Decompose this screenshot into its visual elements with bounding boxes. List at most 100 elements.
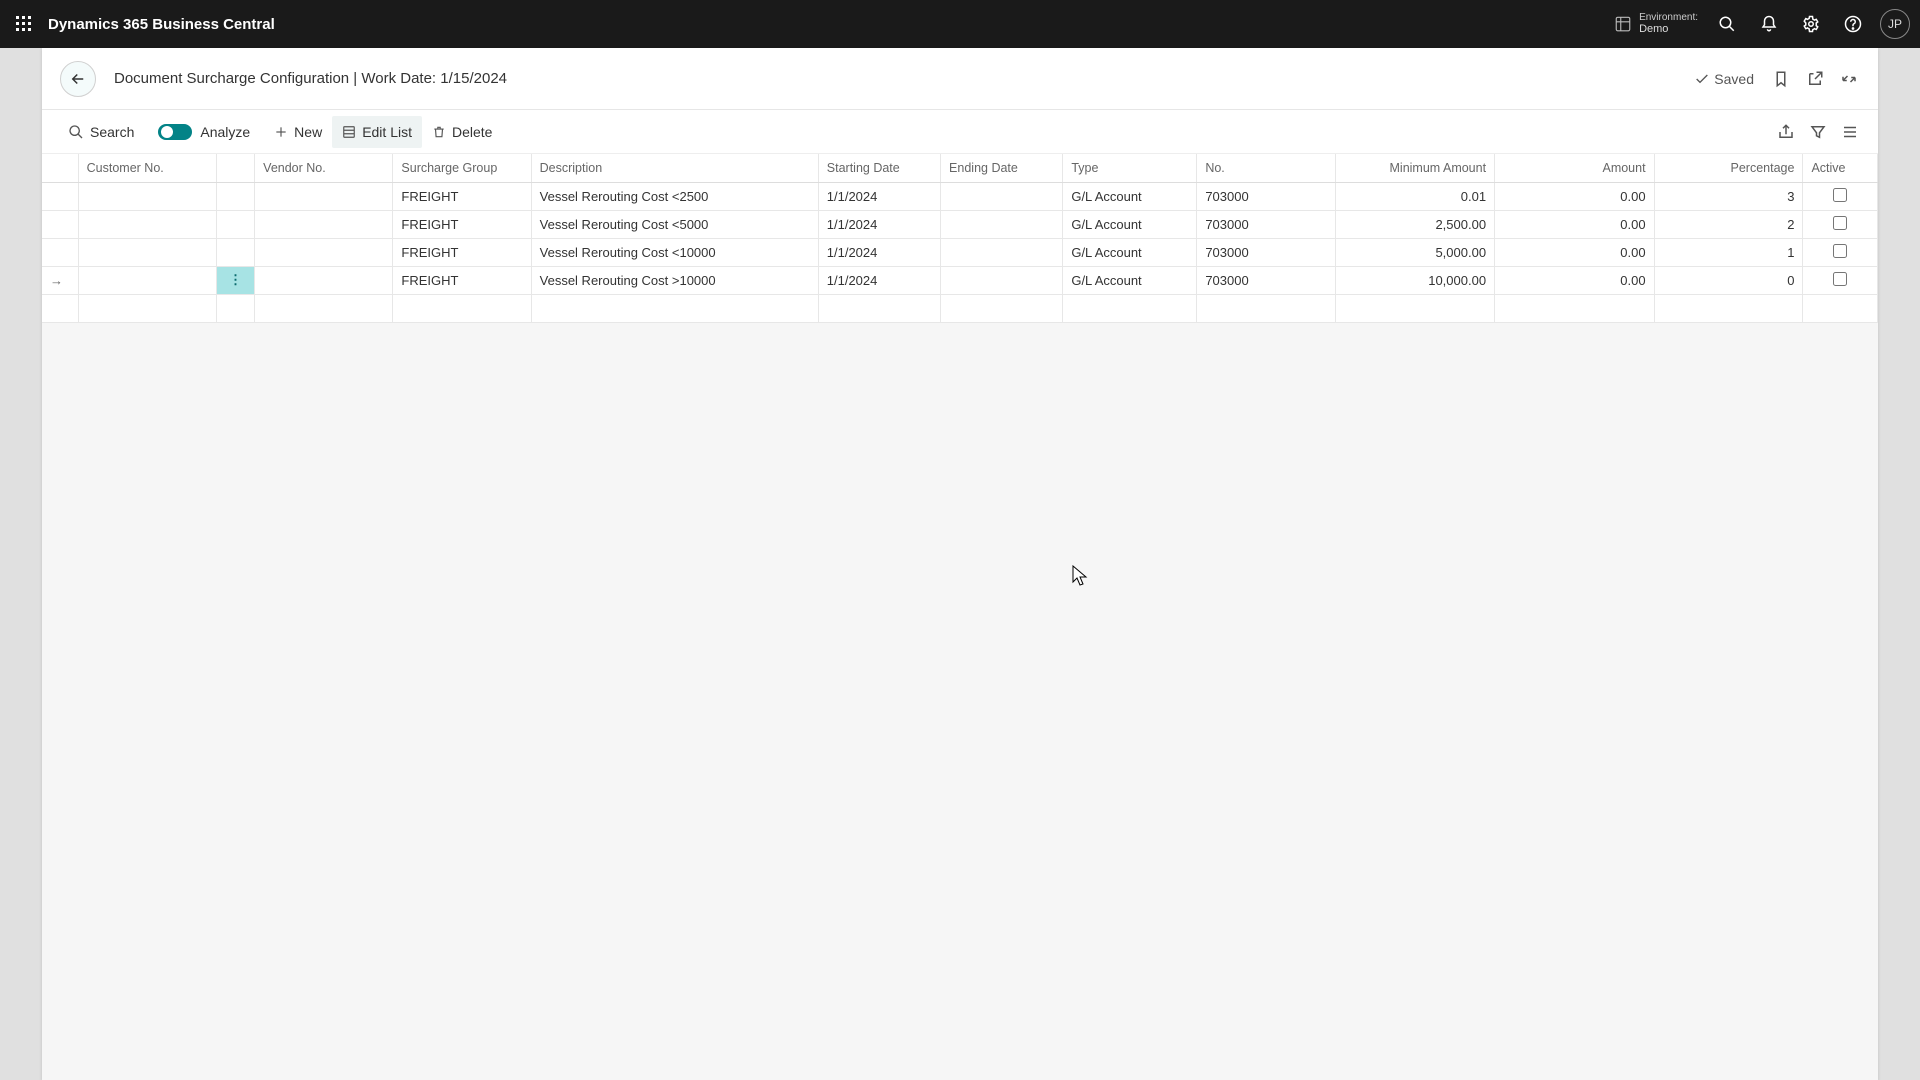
help-button[interactable] — [1832, 0, 1874, 48]
app-launcher-icon[interactable] — [8, 8, 40, 40]
more-vertical-icon[interactable]: ⋮ — [229, 272, 242, 287]
cell-no[interactable]: 703000 — [1197, 210, 1335, 238]
empty-cell[interactable] — [216, 294, 254, 322]
notifications-button[interactable] — [1748, 0, 1790, 48]
cell-customer-no[interactable] — [78, 238, 216, 266]
row-indicator[interactable] — [42, 182, 78, 210]
row-indicator[interactable] — [42, 238, 78, 266]
environment-indicator[interactable]: Environment: Demo — [1613, 12, 1698, 35]
col-minimum-amount[interactable]: Minimum Amount — [1335, 154, 1495, 182]
cell-type[interactable]: G/L Account — [1063, 210, 1197, 238]
cell-type[interactable]: G/L Account — [1063, 266, 1197, 294]
empty-cell[interactable] — [1803, 294, 1878, 322]
analyze-toggle[interactable] — [158, 124, 192, 140]
cell-amount[interactable]: 0.00 — [1495, 266, 1655, 294]
cell-amount[interactable]: 0.00 — [1495, 238, 1655, 266]
search-button[interactable]: Search — [58, 116, 144, 148]
cell-surcharge-group[interactable]: FREIGHT — [393, 182, 531, 210]
col-starting-date[interactable]: Starting Date — [818, 154, 940, 182]
empty-cell[interactable] — [1654, 294, 1803, 322]
cell-description[interactable]: Vessel Rerouting Cost <2500 — [531, 182, 818, 210]
cell-vendor-no[interactable] — [255, 210, 393, 238]
row-menu-button[interactable] — [216, 210, 254, 238]
empty-cell[interactable] — [42, 294, 78, 322]
cell-percentage[interactable]: 2 — [1654, 210, 1803, 238]
row-indicator[interactable]: → — [42, 266, 78, 294]
cell-surcharge-group[interactable]: FREIGHT — [393, 266, 531, 294]
cell-description[interactable]: Vessel Rerouting Cost >10000 — [531, 266, 818, 294]
cell-active[interactable] — [1803, 238, 1878, 266]
cell-type[interactable]: G/L Account — [1063, 182, 1197, 210]
open-in-new-button[interactable] — [1798, 62, 1832, 96]
collapse-button[interactable] — [1832, 62, 1866, 96]
empty-cell[interactable] — [1197, 294, 1335, 322]
table-row[interactable]: FREIGHTVessel Rerouting Cost <50001/1/20… — [42, 210, 1878, 238]
delete-button[interactable]: Delete — [422, 116, 502, 148]
cell-amount[interactable]: 0.00 — [1495, 210, 1655, 238]
cell-percentage[interactable]: 0 — [1654, 266, 1803, 294]
cell-active[interactable] — [1803, 210, 1878, 238]
new-button[interactable]: New — [264, 116, 332, 148]
cell-customer-no[interactable] — [78, 210, 216, 238]
table-row[interactable]: FREIGHTVessel Rerouting Cost <25001/1/20… — [42, 182, 1878, 210]
data-grid[interactable]: Customer No. Vendor No. Surcharge Group … — [42, 154, 1878, 323]
cell-amount[interactable]: 0.00 — [1495, 182, 1655, 210]
table-row[interactable]: FREIGHTVessel Rerouting Cost <100001/1/2… — [42, 238, 1878, 266]
empty-cell[interactable] — [818, 294, 940, 322]
cell-ending-date[interactable] — [941, 210, 1063, 238]
cell-starting-date[interactable]: 1/1/2024 — [818, 238, 940, 266]
row-menu-button[interactable] — [216, 238, 254, 266]
cell-customer-no[interactable] — [78, 266, 216, 294]
cell-minimum-amount[interactable]: 0.01 — [1335, 182, 1495, 210]
cell-no[interactable]: 703000 — [1197, 238, 1335, 266]
cell-surcharge-group[interactable]: FREIGHT — [393, 238, 531, 266]
cell-active[interactable] — [1803, 182, 1878, 210]
cell-percentage[interactable]: 1 — [1654, 238, 1803, 266]
user-avatar[interactable]: JP — [1880, 9, 1910, 39]
cell-ending-date[interactable] — [941, 238, 1063, 266]
cell-starting-date[interactable]: 1/1/2024 — [818, 266, 940, 294]
col-percentage[interactable]: Percentage — [1654, 154, 1803, 182]
col-select[interactable] — [42, 154, 78, 182]
empty-cell[interactable] — [941, 294, 1063, 322]
col-ending-date[interactable]: Ending Date — [941, 154, 1063, 182]
cell-description[interactable]: Vessel Rerouting Cost <10000 — [531, 238, 818, 266]
active-checkbox[interactable] — [1833, 188, 1847, 202]
col-customer-no[interactable]: Customer No. — [78, 154, 216, 182]
col-amount[interactable]: Amount — [1495, 154, 1655, 182]
cell-no[interactable]: 703000 — [1197, 266, 1335, 294]
empty-cell[interactable] — [78, 294, 216, 322]
table-row[interactable]: → ⋮ FREIGHTVessel Rerouting Cost >100001/1… — [42, 266, 1878, 294]
col-surcharge-group[interactable]: Surcharge Group — [393, 154, 531, 182]
cell-ending-date[interactable] — [941, 266, 1063, 294]
settings-button[interactable] — [1790, 0, 1832, 48]
filter-button[interactable] — [1802, 116, 1834, 148]
empty-cell[interactable] — [393, 294, 531, 322]
cell-active[interactable] — [1803, 266, 1878, 294]
col-vendor-no[interactable]: Vendor No. — [255, 154, 393, 182]
empty-cell[interactable] — [531, 294, 818, 322]
share-button[interactable] — [1770, 116, 1802, 148]
bookmark-button[interactable] — [1764, 62, 1798, 96]
empty-cell[interactable] — [1335, 294, 1495, 322]
back-button[interactable] — [60, 61, 96, 97]
cell-no[interactable]: 703000 — [1197, 182, 1335, 210]
cell-starting-date[interactable]: 1/1/2024 — [818, 210, 940, 238]
col-type[interactable]: Type — [1063, 154, 1197, 182]
empty-cell[interactable] — [1495, 294, 1655, 322]
cell-starting-date[interactable]: 1/1/2024 — [818, 182, 940, 210]
col-description[interactable]: Description — [531, 154, 818, 182]
col-rowmenu[interactable] — [216, 154, 254, 182]
empty-cell[interactable] — [1063, 294, 1197, 322]
cell-minimum-amount[interactable]: 10,000.00 — [1335, 266, 1495, 294]
cell-type[interactable]: G/L Account — [1063, 238, 1197, 266]
active-checkbox[interactable] — [1833, 272, 1847, 286]
cell-ending-date[interactable] — [941, 182, 1063, 210]
list-view-button[interactable] — [1834, 116, 1866, 148]
cell-description[interactable]: Vessel Rerouting Cost <5000 — [531, 210, 818, 238]
active-checkbox[interactable] — [1833, 216, 1847, 230]
cell-customer-no[interactable] — [78, 182, 216, 210]
cell-vendor-no[interactable] — [255, 266, 393, 294]
cell-surcharge-group[interactable]: FREIGHT — [393, 210, 531, 238]
row-indicator[interactable] — [42, 210, 78, 238]
